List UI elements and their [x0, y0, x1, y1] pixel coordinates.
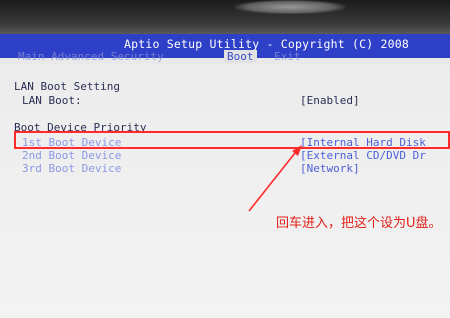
arrow-line [248, 147, 300, 212]
annotation-text: 回车进入，把这个设为U盘。 [276, 216, 442, 231]
annotation-arrow [248, 145, 302, 212]
